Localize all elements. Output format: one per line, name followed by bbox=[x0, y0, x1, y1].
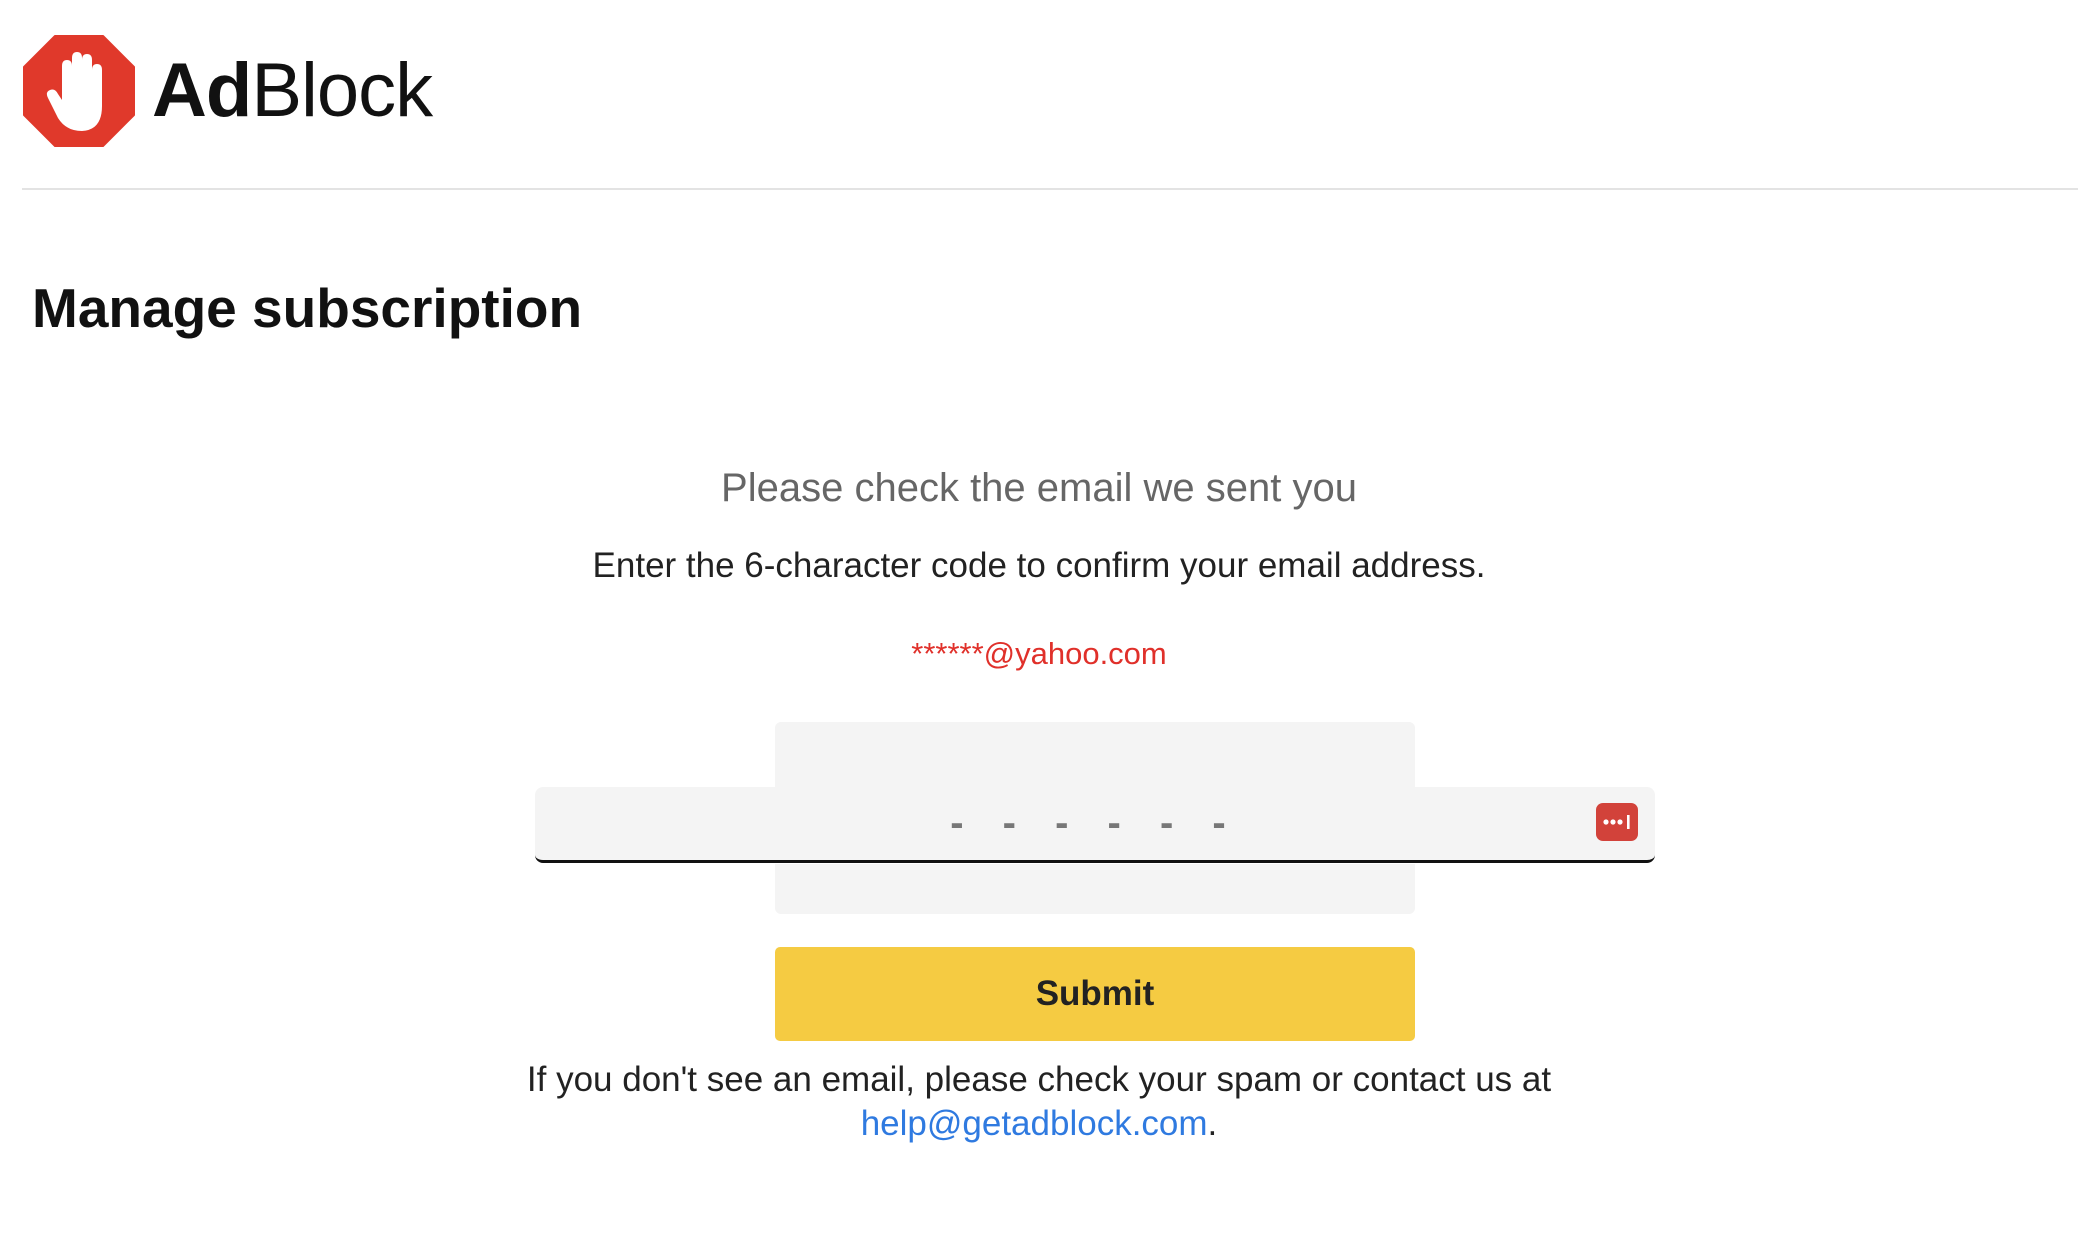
verification-subtitle: Please check the email we sent you bbox=[721, 466, 1357, 510]
help-note: If you don't see an email, please check … bbox=[0, 1058, 2078, 1146]
submit-button[interactable]: Submit bbox=[775, 947, 1415, 1041]
brand-name-block: Block bbox=[251, 48, 433, 133]
header-divider bbox=[22, 188, 2078, 190]
brand-wordmark: AdBlock bbox=[152, 53, 433, 129]
stop-hand-icon bbox=[23, 35, 135, 147]
help-note-period: . bbox=[1207, 1104, 1218, 1143]
password-dots-glyph bbox=[1603, 815, 1630, 829]
verification-instructions: Enter the 6-character code to confirm yo… bbox=[592, 546, 1486, 585]
site-header: AdBlock bbox=[0, 0, 2078, 188]
brand-name-ad: Ad bbox=[152, 48, 252, 133]
verification-code-input[interactable] bbox=[535, 787, 1655, 863]
code-input-wrapper-bottom bbox=[775, 864, 1415, 914]
page-title: Manage subscription bbox=[32, 277, 583, 339]
help-note-text: If you don't see an email, please check … bbox=[526, 1060, 1552, 1099]
support-email-link[interactable]: help@getadblock.com bbox=[861, 1104, 1208, 1143]
password-dots-icon[interactable] bbox=[1596, 803, 1638, 841]
code-input-wrapper-top bbox=[775, 722, 1415, 788]
masked-email: ******@yahoo.com bbox=[911, 636, 1167, 671]
adblock-logo[interactable]: AdBlock bbox=[22, 34, 433, 148]
